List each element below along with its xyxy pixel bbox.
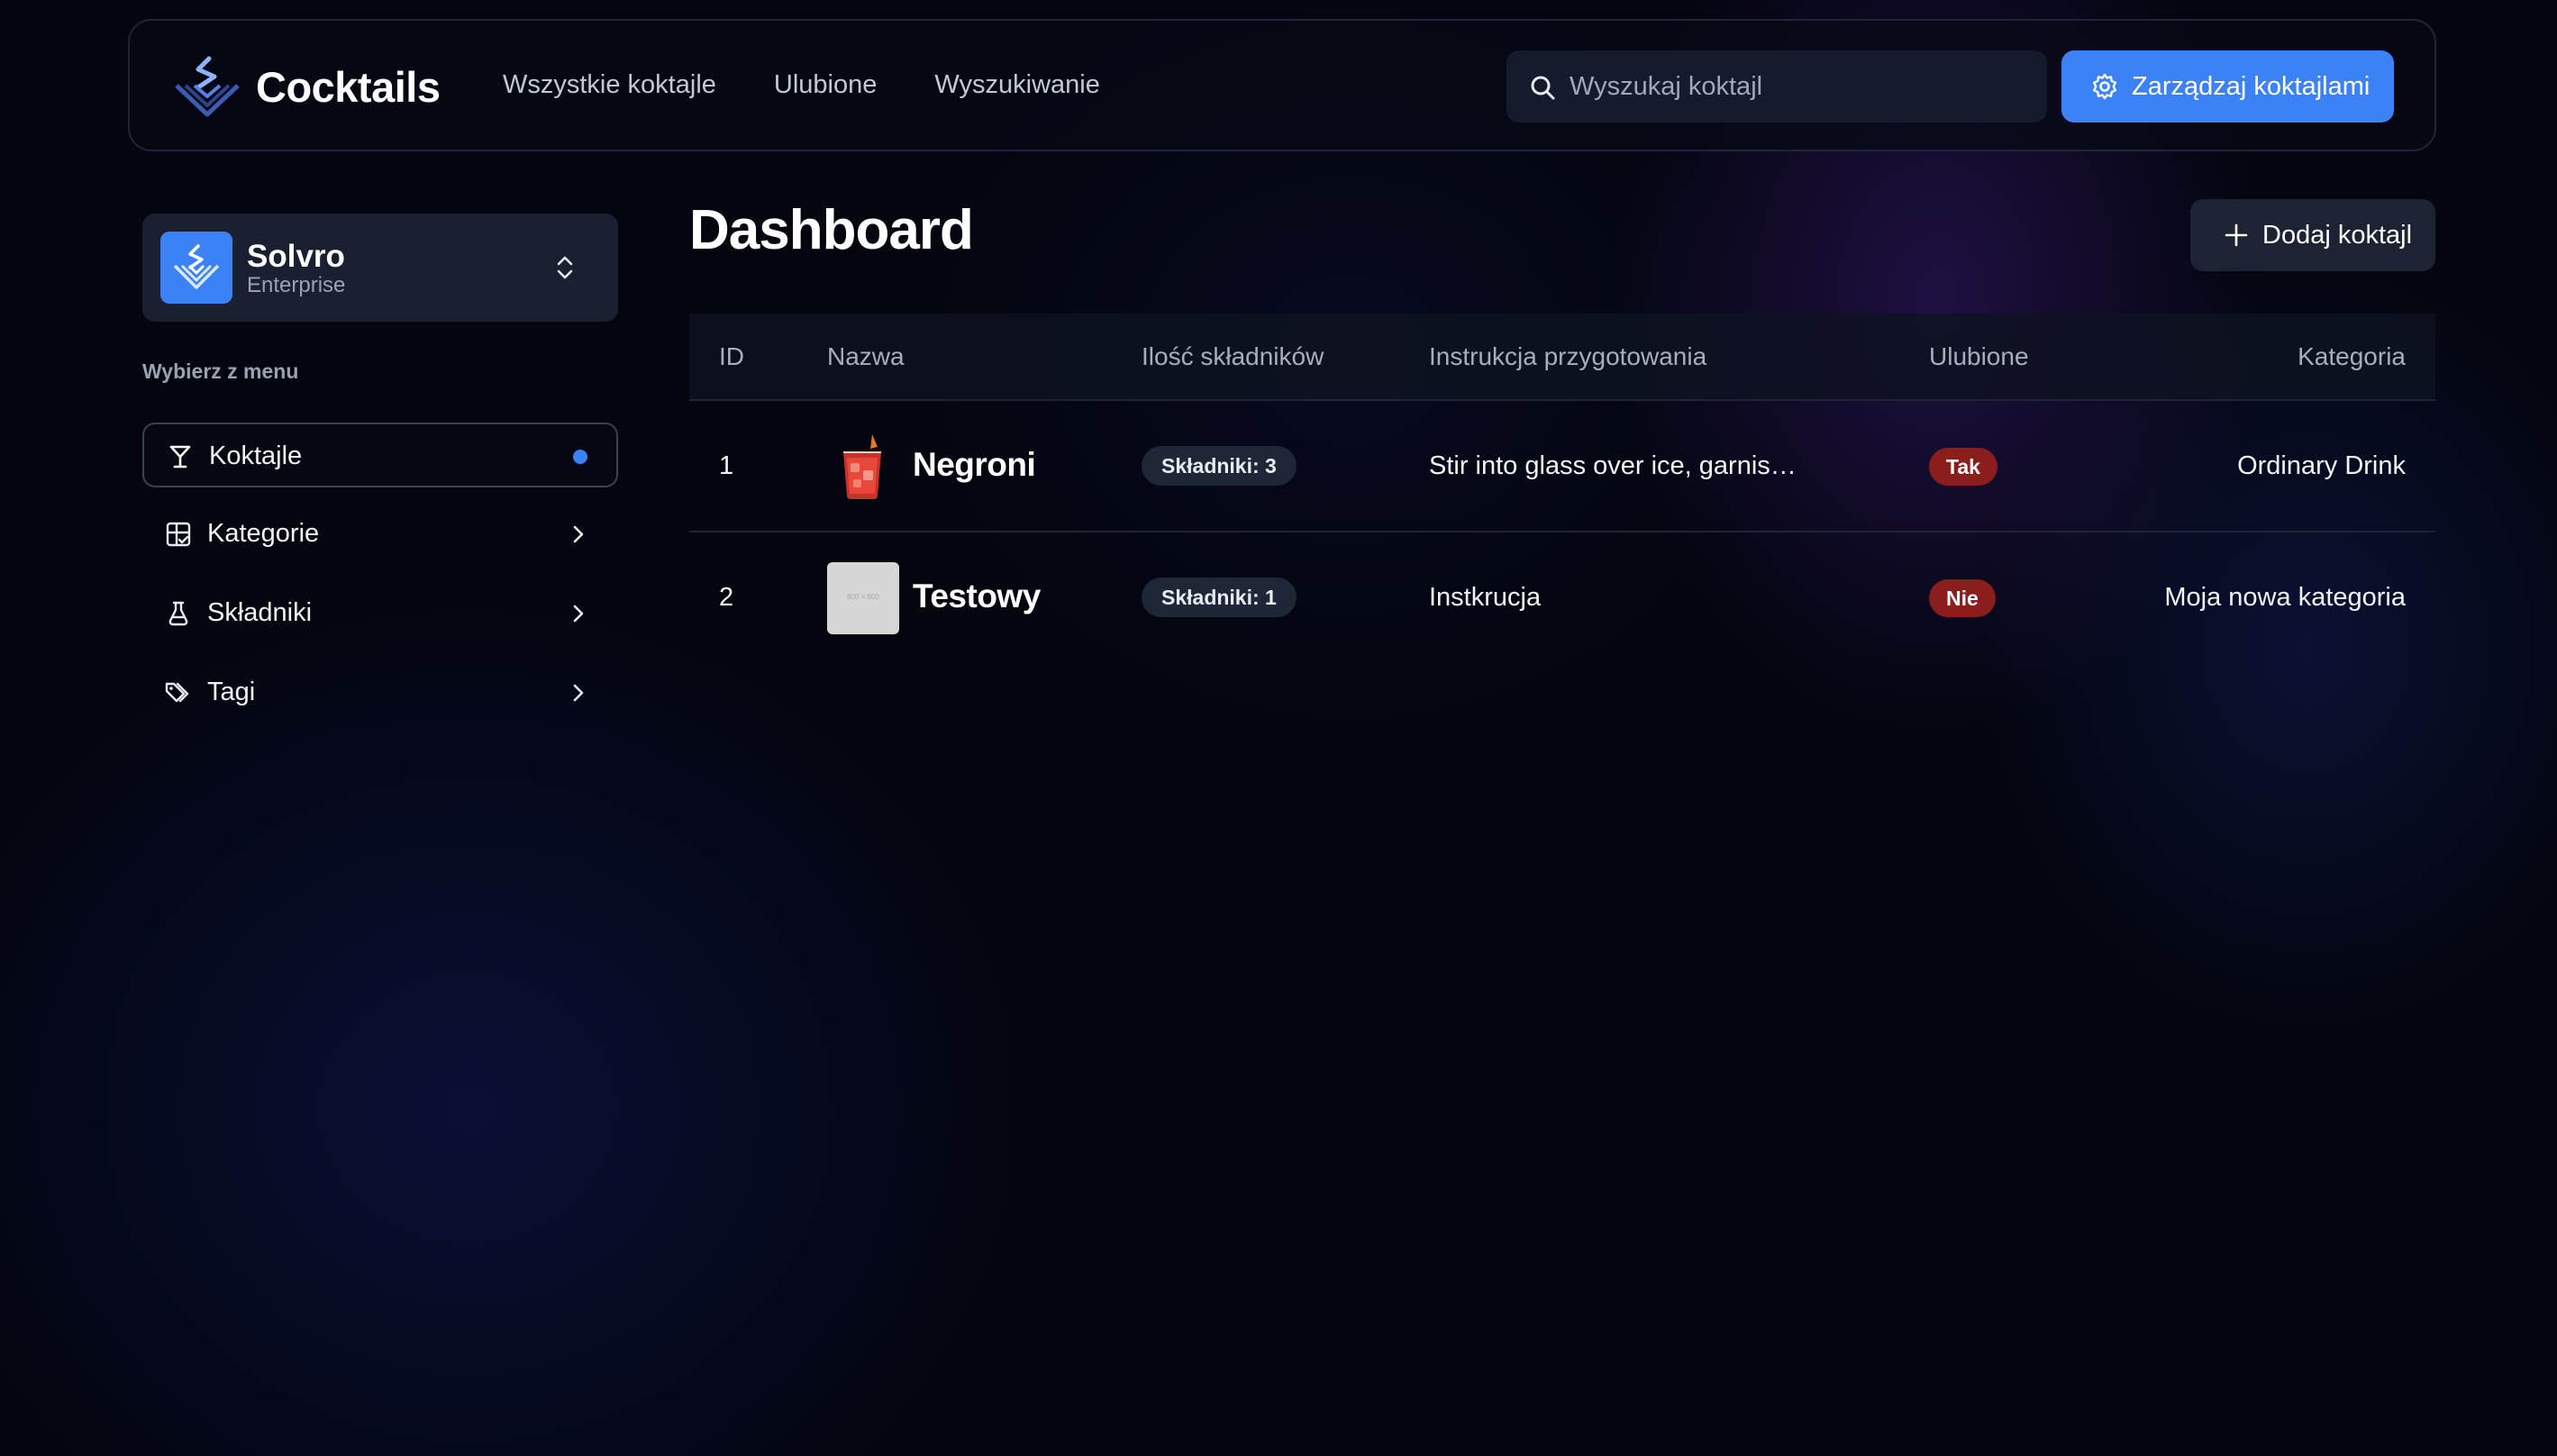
- sidebar-item-label: Tagi: [207, 678, 256, 706]
- nav-link-all-cocktails[interactable]: Wszystkie koktajle: [503, 70, 716, 100]
- plus-icon: [2225, 223, 2248, 247]
- search-input[interactable]: [1570, 50, 2029, 123]
- column-header-name[interactable]: Nazwa: [827, 342, 905, 371]
- cocktails-table: ID Nazwa Ilość składników Instrukcja prz…: [689, 314, 2435, 664]
- column-header-instructions[interactable]: Instrukcja przygotowania: [1429, 342, 1706, 371]
- team-plan: Enterprise: [247, 273, 346, 297]
- favorite-badge: Tak: [1929, 448, 1997, 486]
- add-cocktail-button[interactable]: Dodaj koktajl: [2190, 199, 2435, 271]
- active-indicator-dot: [573, 450, 587, 464]
- cell-name[interactable]: Testowy: [913, 578, 1041, 615]
- flask-icon: [168, 601, 188, 626]
- search-box: [1506, 50, 2047, 123]
- team-logo: [160, 232, 232, 304]
- sidebar-item-label: Kategorie: [207, 519, 320, 548]
- table-header: ID Nazwa Ilość składników Instrukcja prz…: [689, 314, 2435, 401]
- brand-name: Cocktails: [256, 62, 441, 111]
- table-row[interactable]: 2 800 × 800 Testowy Składniki: 1 Instkru…: [689, 532, 2435, 664]
- manage-cocktails-label: Zarządzaj koktajlami: [2132, 72, 2370, 101]
- solvro-logo-icon: [175, 56, 240, 117]
- grid-check-icon: [166, 522, 191, 547]
- tags-icon: [165, 682, 189, 703]
- chevron-right-icon: [573, 684, 584, 702]
- manage-cocktails-button[interactable]: Zarządzaj koktajlami: [2061, 50, 2394, 123]
- cell-instructions: Instkrucja: [1429, 583, 1542, 612]
- cell-name[interactable]: Negroni: [913, 446, 1036, 484]
- gear-icon: [2093, 73, 2116, 100]
- cell-instructions: Stir into glass over ice, garnis…: [1429, 451, 1797, 480]
- solvro-logo-icon: [173, 244, 220, 289]
- sidebar-item-tags[interactable]: Tagi: [142, 660, 618, 725]
- column-header-category[interactable]: Kategoria: [2298, 342, 2406, 371]
- ingredients-count-badge: Składniki: 1: [1142, 578, 1297, 617]
- table-row[interactable]: 1 Negroni Składniki: 3 Stir into glass o…: [689, 401, 2435, 532]
- sidebar-item-cocktails[interactable]: Koktajle: [142, 423, 618, 487]
- brand-logo-link[interactable]: Cocktails: [171, 53, 441, 120]
- sidebar-item-label: Składniki: [207, 598, 313, 627]
- team-name: Solvro: [247, 239, 345, 274]
- favorite-badge: Nie: [1929, 579, 1996, 617]
- column-header-id[interactable]: ID: [719, 342, 744, 371]
- cell-id: 1: [719, 451, 734, 480]
- chevron-right-icon: [573, 525, 584, 543]
- add-cocktail-label: Dodaj koktajl: [2262, 221, 2413, 250]
- placeholder-image-label: 800 × 800: [847, 593, 879, 601]
- chevron-right-icon: [573, 605, 584, 623]
- column-header-favorite[interactable]: Ulubione: [1929, 342, 2029, 371]
- cell-category: Ordinary Drink: [2237, 451, 2406, 480]
- cocktail-glass-icon: [169, 445, 191, 469]
- search-icon: [1531, 76, 1555, 100]
- sidebar-item-categories[interactable]: Kategorie: [142, 502, 618, 567]
- ingredients-count-badge: Składniki: 3: [1142, 446, 1297, 486]
- team-switcher[interactable]: Solvro Enterprise: [142, 214, 618, 322]
- page-title: Dashboard: [689, 199, 974, 261]
- placeholder-image: 800 × 800: [827, 562, 899, 634]
- negroni-drink-photo: [827, 431, 899, 503]
- cell-id: 2: [719, 583, 734, 612]
- menu-caption: Wybierz z menu: [142, 359, 299, 383]
- top-navigation-bar: Cocktails Wszystkie koktajle Ulubione Wy…: [128, 19, 2436, 151]
- sidebar-item-ingredients[interactable]: Składniki: [142, 581, 618, 646]
- cell-category: Moja nowa kategoria: [2164, 583, 2406, 612]
- sidebar-item-label: Koktajle: [209, 441, 303, 470]
- nav-link-favorites[interactable]: Ulubione: [774, 70, 877, 100]
- chevrons-up-down-icon: [557, 256, 573, 279]
- nav-link-search[interactable]: Wyszukiwanie: [934, 70, 1099, 100]
- main-nav: Wszystkie koktajle Ulubione Wyszukiwanie: [503, 21, 1100, 150]
- column-header-ingredients[interactable]: Ilość składników: [1142, 342, 1324, 371]
